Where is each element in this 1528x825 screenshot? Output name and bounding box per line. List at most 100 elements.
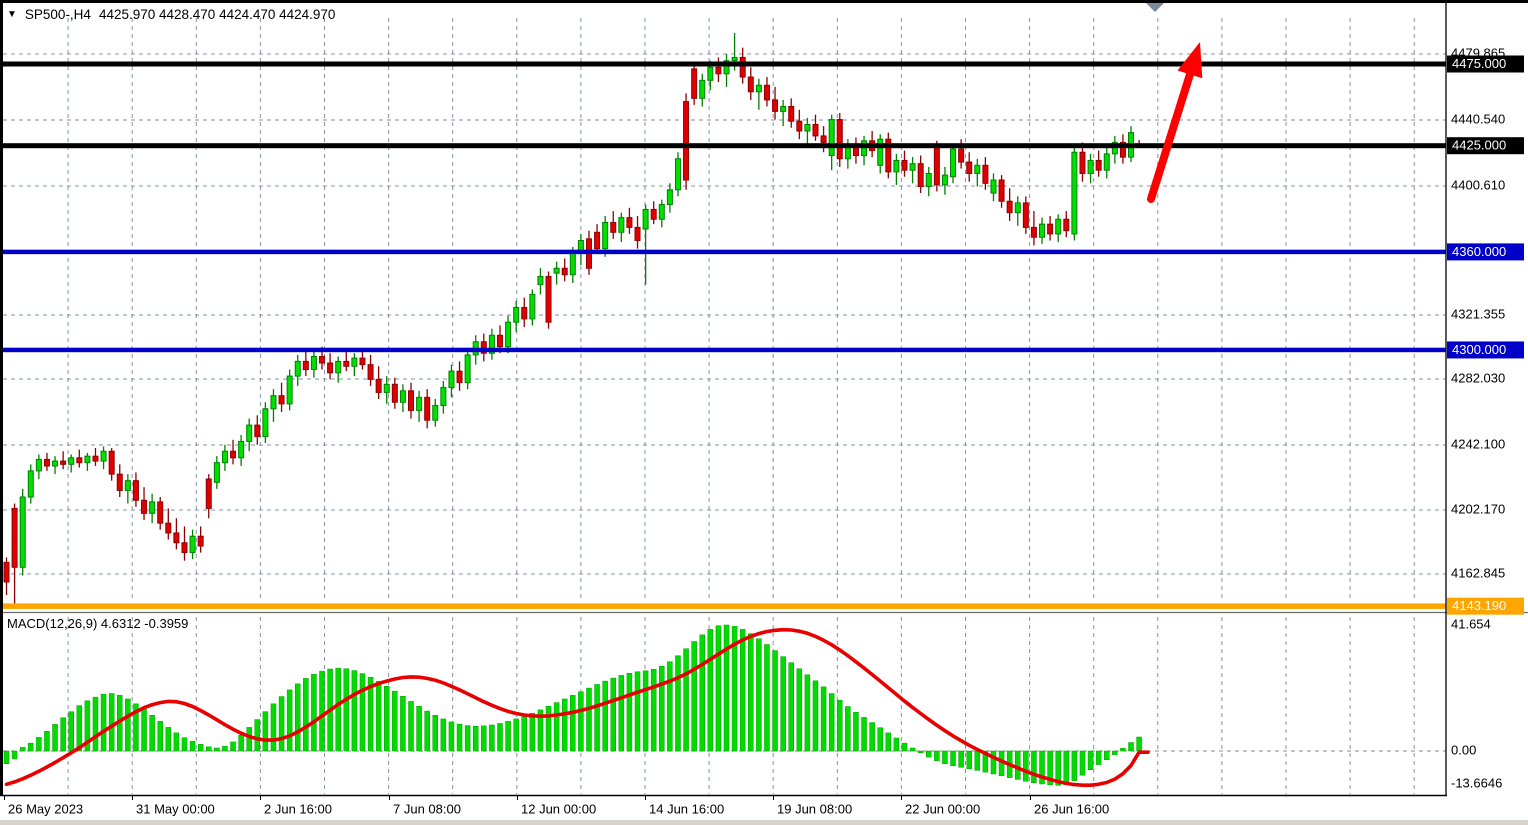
macd-histogram-bar bbox=[578, 692, 583, 751]
price-axis-label: 4202.170 bbox=[1451, 501, 1505, 516]
candle bbox=[1072, 146, 1077, 241]
macd-histogram-bar bbox=[675, 656, 680, 751]
macd-histogram-bar bbox=[837, 700, 842, 751]
price-axis-label: 4282.030 bbox=[1451, 370, 1505, 385]
macd-histogram-bar bbox=[764, 645, 769, 751]
macd-histogram-bar bbox=[1015, 751, 1020, 779]
candle-body bbox=[465, 355, 470, 383]
price-badge-label: 4143.190 bbox=[1452, 598, 1506, 613]
trading-chart-window: 4479.8654440.5404400.6104321.3554282.030… bbox=[0, 0, 1528, 825]
candle-body bbox=[457, 371, 462, 382]
macd-histogram-bar bbox=[934, 751, 939, 761]
candle-body bbox=[101, 451, 106, 461]
candle-body bbox=[967, 162, 972, 173]
candle-body bbox=[400, 391, 405, 402]
macd-histogram-bar bbox=[603, 681, 608, 751]
level-line-4475.000[interactable] bbox=[0, 62, 1446, 67]
candle-body bbox=[125, 481, 130, 491]
macd-histogram-bar bbox=[506, 721, 511, 751]
macd-histogram-bar bbox=[951, 751, 956, 766]
macd-histogram-bar bbox=[271, 704, 276, 751]
candle-body bbox=[813, 124, 818, 135]
macd-histogram-bar bbox=[894, 738, 899, 751]
candle bbox=[675, 152, 680, 196]
candle-body bbox=[158, 502, 163, 523]
candle-body bbox=[506, 322, 511, 347]
level-line-4143.190[interactable] bbox=[0, 603, 1446, 609]
candle-body bbox=[983, 165, 988, 183]
macd-histogram-bar bbox=[489, 725, 494, 751]
macd-histogram-bar bbox=[255, 720, 260, 751]
candle-body bbox=[651, 209, 656, 219]
candle-body bbox=[182, 543, 187, 553]
macd-histogram-bar bbox=[991, 751, 996, 774]
candle-body bbox=[1096, 160, 1101, 170]
macd-histogram-bar bbox=[69, 712, 74, 751]
candle-body bbox=[336, 361, 341, 372]
macd-histogram-bar bbox=[4, 751, 9, 764]
candle-body bbox=[190, 536, 195, 552]
candle-body bbox=[700, 80, 705, 98]
macd-histogram-bar bbox=[222, 746, 227, 751]
ohlc-readout: 4425.970 4428.470 4424.470 4424.970 bbox=[99, 7, 335, 22]
macd-histogram-bar bbox=[1104, 751, 1109, 760]
candle-body bbox=[764, 85, 769, 100]
candle-body bbox=[1040, 224, 1045, 237]
macd-histogram-bar bbox=[886, 733, 891, 751]
macd-histogram-bar bbox=[344, 669, 349, 751]
macd-histogram-bar bbox=[853, 712, 858, 751]
macd-histogram-bar bbox=[902, 743, 907, 751]
macd-histogram-bar bbox=[400, 696, 405, 751]
macd-histogram-bar bbox=[441, 719, 446, 751]
macd-histogram-bar bbox=[1088, 751, 1093, 770]
candle bbox=[465, 348, 470, 389]
level-line-4300.000[interactable] bbox=[0, 348, 1446, 353]
candle-body bbox=[934, 147, 939, 185]
price-axis-label: 4321.355 bbox=[1451, 306, 1505, 321]
candle-body bbox=[748, 77, 753, 92]
candle-body bbox=[805, 124, 810, 131]
candle bbox=[287, 370, 292, 411]
candle-body bbox=[1007, 201, 1012, 212]
macd-histogram-bar bbox=[748, 634, 753, 751]
macd-histogram-bar bbox=[878, 728, 883, 751]
macd-histogram-bar bbox=[93, 697, 98, 751]
candle-body bbox=[975, 165, 980, 173]
macd-histogram-bar bbox=[28, 743, 33, 751]
macd-axis-label: 41.654 bbox=[1451, 616, 1491, 631]
candle-body bbox=[295, 361, 300, 376]
time-axis-label: 26 May 2023 bbox=[8, 801, 83, 816]
chart-surface[interactable]: 4479.8654440.5404400.6104321.3554282.030… bbox=[0, 0, 1528, 825]
macd-histogram-bar bbox=[295, 684, 300, 751]
macd-histogram-bar bbox=[530, 713, 535, 751]
macd-histogram-bar bbox=[190, 741, 195, 751]
macd-histogram-bar bbox=[214, 748, 219, 751]
macd-histogram-bar bbox=[1137, 737, 1142, 751]
level-line-4360.000[interactable] bbox=[0, 250, 1446, 255]
candle-body bbox=[150, 502, 155, 513]
macd-histogram-bar bbox=[781, 657, 786, 751]
candle-body bbox=[352, 358, 357, 366]
candle-body bbox=[1104, 154, 1109, 170]
candle-body bbox=[368, 365, 373, 380]
candle-body bbox=[1056, 219, 1061, 234]
macd-histogram-bar bbox=[166, 727, 171, 751]
candle-body bbox=[497, 335, 502, 346]
time-axis-label: 31 May 00:00 bbox=[136, 801, 215, 816]
symbol-dropdown-icon[interactable]: ▼ bbox=[7, 10, 17, 20]
candle-body bbox=[311, 356, 316, 369]
candle-body bbox=[1080, 152, 1085, 173]
candle-body bbox=[409, 391, 414, 411]
candle-body bbox=[328, 363, 333, 373]
candle-body bbox=[174, 533, 179, 543]
price-axis-label: 4242.100 bbox=[1451, 436, 1505, 451]
macd-histogram-bar bbox=[311, 674, 316, 751]
candle-body bbox=[117, 474, 122, 490]
macd-histogram-bar bbox=[1023, 751, 1028, 781]
candle-body bbox=[1031, 227, 1036, 237]
macd-histogram-bar bbox=[813, 681, 818, 751]
level-line-4425.000[interactable] bbox=[0, 143, 1446, 148]
candle-body bbox=[1072, 152, 1077, 234]
candle-body bbox=[12, 508, 17, 567]
candle-body bbox=[627, 218, 632, 228]
